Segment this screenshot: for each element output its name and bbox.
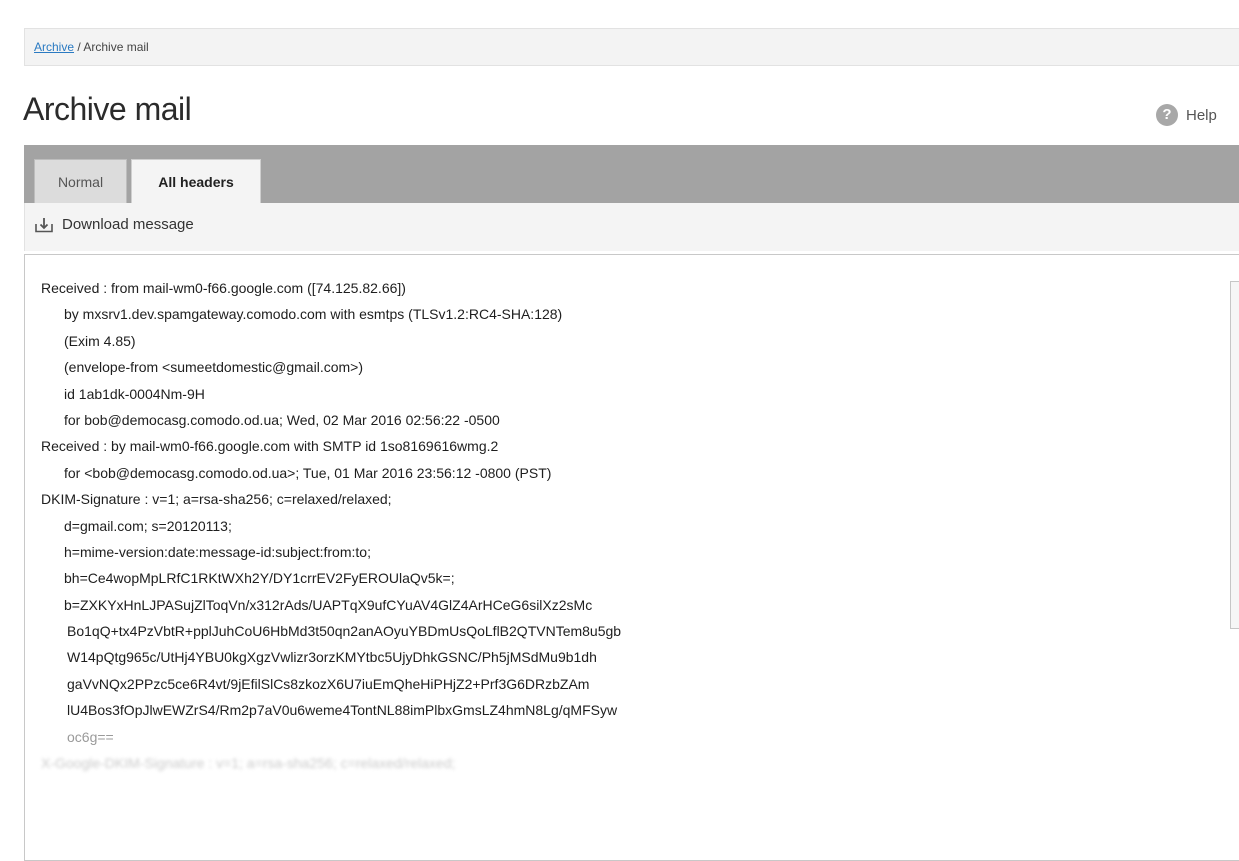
- header-line: for bob@democasg.comodo.od.ua; Wed, 02 M…: [64, 411, 500, 428]
- breadcrumb-archive-link[interactable]: Archive: [34, 40, 74, 54]
- header-line: h=mime-version:date:message-id:subject:f…: [64, 543, 371, 560]
- header-line: id 1ab1dk-0004Nm-9H: [64, 385, 205, 402]
- tab-bar: Normal All headers: [24, 145, 1239, 203]
- download-message-label: Download message: [62, 216, 194, 233]
- header-line: oc6g==: [67, 728, 114, 745]
- headers-text: Received : from mail-wm0-f66.google.com …: [41, 275, 621, 776]
- tab-normal[interactable]: Normal: [34, 159, 127, 203]
- header-line: X-Google-DKIM-Signature : v=1; a=rsa-sha…: [41, 755, 456, 772]
- page-title: Archive mail: [23, 91, 192, 127]
- archive-mail-page: Archive / Archive mail Archive mail ? He…: [0, 0, 1239, 861]
- question-circle-icon: ?: [1156, 104, 1178, 126]
- help-button[interactable]: ? Help: [1156, 104, 1239, 126]
- header-line: gaVvNQx2PPzc5ce6R4vt/9jEfilSlCs8zkozX6U7…: [67, 675, 590, 692]
- header-line: by mxsrv1.dev.spamgateway.comodo.com wit…: [64, 306, 563, 323]
- message-toolbar: Download message: [24, 203, 1239, 251]
- header-line: DKIM-Signature : v=1; a=rsa-sha256; c=re…: [41, 491, 392, 508]
- header-line: Bo1qQ+tx4PzVbtR+pplJuhCoU6HbMd3t50qn2anA…: [67, 623, 622, 640]
- header-line: Received : by mail-wm0-f66.google.com wi…: [41, 438, 499, 455]
- header-line: lU4Bos3fOpJlwEWZrS4/Rm2p7aV0u6weme4TontN…: [67, 702, 618, 719]
- header-line: d=gmail.com; s=20120113;: [64, 517, 232, 534]
- header-line: (envelope-from <sumeetdomestic@gmail.com…: [64, 359, 363, 376]
- headers-scrollbar[interactable]: [1230, 281, 1239, 629]
- fade-overlay: [25, 790, 1239, 860]
- header-line: bh=Ce4wopMpLRfC1RKtWXh2Y/DY1crrEV2FyEROU…: [64, 570, 455, 587]
- breadcrumb: Archive / Archive mail: [24, 28, 1239, 66]
- header-line: W14pQtg965c/UtHj4YBU0kgXgzVwlizr3orzKMYt…: [67, 649, 597, 666]
- header-line: b=ZXKYxHnLJPASujZlToqVn/x312rAds/UAPTqX9…: [64, 596, 593, 613]
- help-label: Help: [1186, 106, 1217, 124]
- header-line: (Exim 4.85): [64, 332, 136, 349]
- breadcrumb-current: Archive mail: [83, 40, 149, 54]
- tab-all-headers[interactable]: All headers: [131, 159, 261, 203]
- breadcrumb-separator: /: [74, 40, 84, 54]
- header-line: for <bob@democasg.comodo.od.ua>; Tue, 01…: [64, 464, 552, 481]
- headers-view: Received : from mail-wm0-f66.google.com …: [24, 254, 1239, 861]
- download-message-button[interactable]: Download message: [35, 216, 194, 233]
- download-tray-icon: [35, 217, 53, 233]
- header-line: Received : from mail-wm0-f66.google.com …: [41, 280, 406, 296]
